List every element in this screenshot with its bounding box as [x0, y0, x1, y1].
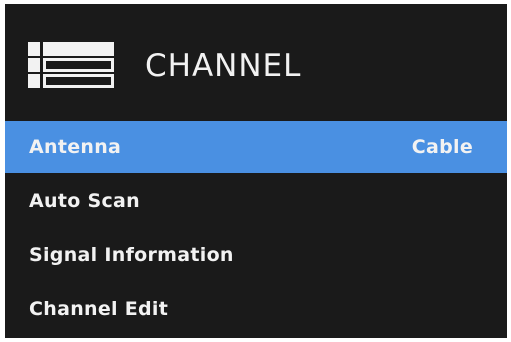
channel-menu-panel: CHANNEL Antenna Cable Auto Scan Signal I…	[5, 4, 507, 338]
menu-item-channel-edit[interactable]: Channel Edit	[5, 283, 507, 335]
menu-header: CHANNEL	[5, 4, 507, 121]
menu-item-label: Signal Information	[29, 244, 234, 266]
menu-item-auto-scan[interactable]: Auto Scan	[5, 175, 507, 227]
menu-item-antenna[interactable]: Antenna Cable	[5, 121, 507, 173]
menu-item-label: Auto Scan	[29, 190, 140, 212]
menu-item-label: Antenna	[29, 136, 122, 158]
menu-item-signal-information[interactable]: Signal Information	[5, 229, 507, 281]
menu-item-label: Channel Edit	[29, 298, 169, 320]
list-menu-icon	[28, 42, 114, 88]
antenna-value: Cable	[411, 136, 473, 158]
menu-title: CHANNEL	[145, 48, 302, 84]
